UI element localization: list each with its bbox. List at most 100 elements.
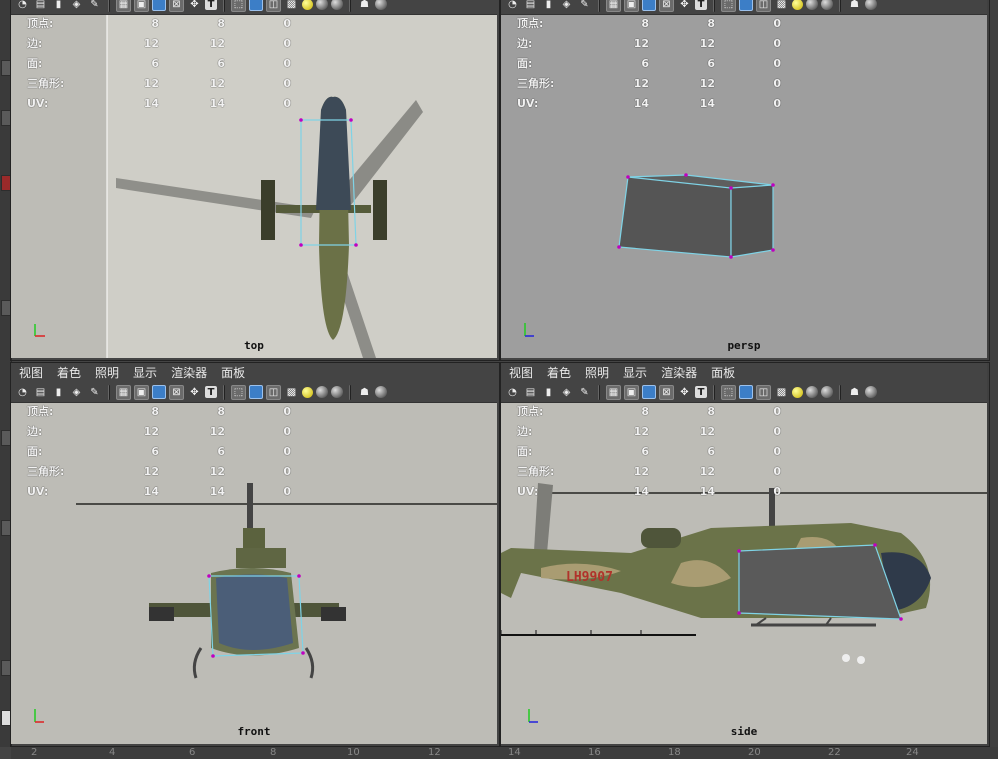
select-camera-icon[interactable]: ◔ [15,385,30,400]
ambient-occlusion-icon[interactable] [331,386,343,398]
isolate-icon[interactable]: ☗ [847,0,862,12]
shelf-tab[interactable] [1,520,11,536]
cube-shaded-icon[interactable] [249,385,263,399]
grid-icon[interactable]: ▦ [606,384,621,400]
checker-icon[interactable]: ▩ [284,0,299,12]
hud-row: 面: 6 6 0 [517,444,781,459]
shadow-icon[interactable] [316,0,328,10]
smooth-shade-icon[interactable] [152,0,166,11]
hud-toggle-icon[interactable] [865,0,877,10]
camera-attributes-icon[interactable]: ▤ [33,0,48,12]
bookmark-icon[interactable]: ▮ [541,0,556,12]
image-plane-icon[interactable]: ◈ [559,385,574,400]
shadow-icon[interactable] [806,386,818,398]
shadow-icon[interactable] [316,386,328,398]
cube-wire-icon[interactable]: ⬚ [231,384,246,400]
hud-toggle-icon[interactable] [865,386,877,398]
light-icon[interactable] [792,386,803,398]
wireframe-icon[interactable]: ⊠ [659,0,674,12]
select-camera-icon[interactable]: ◔ [505,0,520,12]
smooth-shade-icon[interactable] [642,385,656,399]
film-gate-icon[interactable]: ▣ [624,0,639,12]
cube-textured-icon[interactable]: ◫ [756,0,771,12]
viewport-front[interactable]: 视图 着色 照明 显示 渲染器 面板 ◔ ▤ ▮ ◈ ✎ ▦ ▣ ⊠ ✥ T ⬚… [11,363,497,744]
grease-pencil-icon[interactable]: ✎ [87,385,102,400]
viewport-top[interactable]: ◔ ▤ ▮ ◈ ✎ ▦ ▣ ⊠ ✥ T ⬚ ◫ ▩ ☗ 顶点: 8 8 0 边: 12 1… [11,0,497,358]
viewport-toolbar: ◔ ▤ ▮ ◈ ✎ ▦ ▣ ⊠ ✥ T ⬚ ◫ ▩ ☗ [501,382,987,403]
wireframe-icon[interactable]: ⊠ [169,384,184,400]
shelf-tab[interactable] [1,175,11,191]
light-icon[interactable] [302,386,313,398]
wireframe-icon[interactable]: ⊠ [659,384,674,400]
light-icon[interactable] [792,0,803,10]
bookmark-icon[interactable]: ▮ [51,385,66,400]
camera-attributes-icon[interactable]: ▤ [33,385,48,400]
grid-icon[interactable]: ▦ [606,0,621,12]
xray-icon[interactable]: ✥ [187,385,202,400]
isolate-icon[interactable]: ☗ [357,0,372,12]
checker-icon[interactable]: ▩ [774,0,789,12]
hud-row: 三角形: 12 12 0 [517,464,781,479]
ambient-occlusion-icon[interactable] [331,0,343,10]
checker-icon[interactable]: ▩ [284,385,299,400]
cube-shaded-icon[interactable] [739,385,753,399]
shelf-tab[interactable] [1,300,11,316]
shelf-tab[interactable] [1,110,11,126]
shelf-tab[interactable] [1,660,11,676]
hud-toggle-icon[interactable] [375,0,387,10]
viewport-persp[interactable]: ◔ ▤ ▮ ◈ ✎ ▦ ▣ ⊠ ✥ T ⬚ ◫ ▩ ☗ 顶点: 8 8 0 边: 12 1… [501,0,987,358]
shelf-tab[interactable] [1,710,11,726]
viewport-side[interactable]: 视图 着色 照明 显示 渲染器 面板 LH9907 ◔ ▤ ▮ ◈ ✎ ▦ ▣ … [501,363,987,744]
wireframe-icon[interactable]: ⊠ [169,0,184,12]
hud-toggle-icon[interactable] [375,386,387,398]
cube-textured-icon[interactable]: ◫ [756,384,771,400]
xray-icon[interactable]: ✥ [677,385,692,400]
texture-icon[interactable]: T [205,386,217,398]
grid-icon[interactable]: ▦ [116,0,131,12]
cube-wire-icon[interactable]: ⬚ [721,0,736,12]
isolate-icon[interactable]: ☗ [847,385,862,400]
shadow-icon[interactable] [806,0,818,10]
texture-icon[interactable]: T [205,0,217,10]
grease-pencil-icon[interactable]: ✎ [577,385,592,400]
shelf-tab[interactable] [1,60,11,76]
camera-attributes-icon[interactable]: ▤ [523,385,538,400]
time-ruler[interactable]: 2 4 6 8 10 12 14 16 18 20 22 24 [11,747,998,759]
cube-wire-icon[interactable]: ⬚ [231,0,246,12]
camera-attributes-icon[interactable]: ▤ [523,0,538,12]
checker-icon[interactable]: ▩ [774,385,789,400]
image-plane-icon[interactable]: ◈ [69,385,84,400]
light-icon[interactable] [302,0,313,10]
bookmark-icon[interactable]: ▮ [541,385,556,400]
isolate-icon[interactable]: ☗ [357,385,372,400]
cube-shaded-icon[interactable] [739,0,753,11]
grid-icon[interactable]: ▦ [116,384,131,400]
film-gate-icon[interactable]: ▣ [134,0,149,12]
texture-icon[interactable]: T [695,386,707,398]
ambient-occlusion-icon[interactable] [821,386,833,398]
film-gate-icon[interactable]: ▣ [624,384,639,400]
image-plane-icon[interactable]: ◈ [559,0,574,12]
film-gate-icon[interactable]: ▣ [134,384,149,400]
ambient-occlusion-icon[interactable] [821,0,833,10]
ruler-tick: 14 [508,747,521,758]
select-camera-icon[interactable]: ◔ [15,0,30,12]
bookmark-icon[interactable]: ▮ [51,0,66,12]
grease-pencil-icon[interactable]: ✎ [577,0,592,12]
cube-textured-icon[interactable]: ◫ [266,0,281,12]
xray-icon[interactable]: ✥ [187,0,202,12]
smooth-shade-icon[interactable] [152,385,166,399]
smooth-shade-icon[interactable] [642,0,656,11]
cube-shaded-icon[interactable] [249,0,263,11]
shelf-tab[interactable] [1,430,11,446]
texture-icon[interactable]: T [695,0,707,10]
xray-icon[interactable]: ✥ [677,0,692,12]
select-camera-icon[interactable]: ◔ [505,385,520,400]
grease-pencil-icon[interactable]: ✎ [87,0,102,12]
cube-wire-icon[interactable]: ⬚ [721,384,736,400]
image-plane-icon[interactable]: ◈ [69,0,84,12]
hud-row: 面: 6 6 0 [517,56,781,71]
cube-textured-icon[interactable]: ◫ [266,384,281,400]
hud-row: 边: 12 12 0 [517,424,781,439]
poly-count-hud: 顶点: 8 8 0 边: 12 12 0 面: 6 6 0 三角形: 12 12 0 UV: 14 14 0 [517,401,781,501]
